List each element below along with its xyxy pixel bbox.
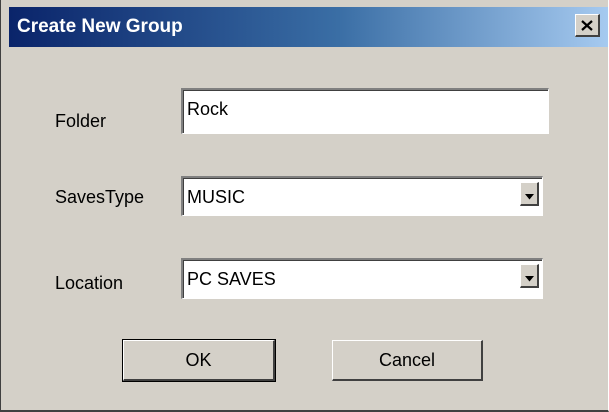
cancel-button[interactable]: Cancel bbox=[332, 340, 483, 381]
create-new-group-dialog: Create New Group Folder Rock SavesType M… bbox=[0, 0, 609, 412]
savestype-label: SavesType bbox=[55, 187, 145, 207]
location-label: Location bbox=[55, 273, 124, 293]
savestype-dropdown-button[interactable] bbox=[520, 182, 539, 206]
location-value: PC SAVES bbox=[187, 269, 276, 289]
location-dropdown[interactable]: PC SAVES bbox=[181, 258, 543, 299]
ok-button-label: OK bbox=[185, 350, 212, 370]
cancel-button-label: Cancel bbox=[378, 350, 436, 370]
close-button[interactable] bbox=[575, 14, 600, 37]
chevron-down-icon bbox=[524, 183, 534, 205]
savestype-dropdown[interactable]: MUSIC bbox=[181, 176, 543, 216]
folder-label: Folder bbox=[55, 111, 107, 131]
window-title: Create New Group bbox=[17, 16, 183, 37]
savestype-value: MUSIC bbox=[187, 187, 245, 207]
chevron-down-icon bbox=[524, 265, 534, 287]
title-bar[interactable]: Create New Group bbox=[9, 7, 608, 47]
location-dropdown-button[interactable] bbox=[520, 264, 539, 288]
folder-field[interactable]: Rock bbox=[181, 88, 549, 134]
close-icon bbox=[581, 19, 593, 31]
ok-button[interactable]: OK bbox=[122, 339, 276, 382]
